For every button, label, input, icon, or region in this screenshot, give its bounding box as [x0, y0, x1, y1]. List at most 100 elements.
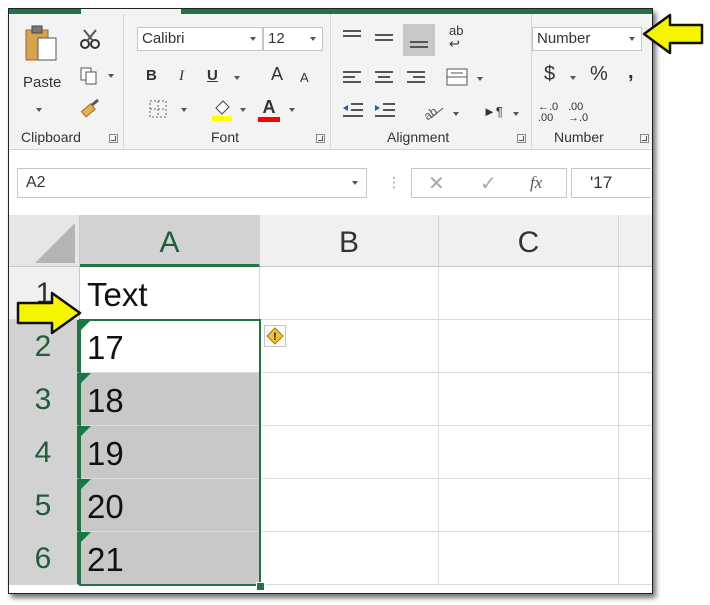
cut-icon[interactable] — [79, 28, 101, 50]
formula-input[interactable]: '17 — [571, 168, 651, 198]
align-center-icon[interactable] — [373, 69, 395, 87]
borders-dropdown-icon[interactable] — [181, 108, 187, 112]
cell-d4[interactable] — [619, 426, 652, 479]
borders-icon[interactable] — [149, 100, 167, 118]
font-size-dropdown-icon[interactable] — [310, 37, 316, 41]
middle-align-icon[interactable] — [373, 29, 395, 45]
fill-color-dropdown-icon[interactable] — [240, 108, 246, 112]
percent-button[interactable]: % — [590, 64, 608, 84]
text-direction-icon[interactable]: ►¶ — [483, 104, 503, 120]
cell-b6[interactable] — [260, 532, 439, 585]
name-box[interactable]: A2 — [17, 168, 367, 198]
column-header-d[interactable] — [619, 215, 652, 267]
cell-a2-value: 17 — [87, 329, 124, 366]
font-color-dropdown-icon[interactable] — [289, 108, 295, 112]
formula-content: '17 — [590, 173, 613, 192]
merge-center-icon[interactable] — [445, 67, 469, 87]
top-align-icon[interactable] — [341, 29, 363, 45]
number-launcher-icon[interactable] — [640, 134, 649, 143]
cell-c2[interactable] — [439, 320, 619, 373]
number-format-combo[interactable]: Number — [532, 27, 642, 51]
fill-handle[interactable] — [256, 582, 265, 591]
grow-font-button[interactable]: A — [271, 65, 283, 83]
enter-icon[interactable]: ✓ — [480, 171, 497, 196]
name-box-dropdown-icon[interactable] — [352, 181, 358, 185]
alignment-launcher-icon[interactable] — [517, 134, 526, 143]
cancel-icon[interactable]: ✕ — [428, 171, 445, 196]
wrap-text-icon[interactable]: ab ↩ — [449, 24, 469, 54]
italic-button[interactable]: I — [179, 68, 184, 84]
cell-c3[interactable] — [439, 373, 619, 426]
cell-c1[interactable] — [439, 267, 619, 320]
bottom-align-button[interactable] — [403, 24, 435, 56]
column-header-b[interactable]: B — [260, 215, 439, 267]
paste-icon — [25, 25, 57, 61]
decrease-indent-icon[interactable] — [341, 102, 365, 120]
cell-a5[interactable]: 20 — [80, 479, 260, 532]
cell-b2[interactable]: ! — [260, 320, 439, 373]
cell-b1[interactable] — [260, 267, 439, 320]
alignment-group: ab ↩ ab ►¶ Alignment — [331, 14, 532, 149]
cell-a4[interactable]: 19 — [80, 426, 260, 479]
number-format-dropdown-icon[interactable] — [629, 37, 635, 41]
clipboard-launcher-icon[interactable] — [109, 134, 118, 143]
font-color-icon[interactable]: A — [258, 98, 280, 122]
row-header-3[interactable]: 3 — [9, 373, 80, 426]
increase-indent-icon[interactable] — [373, 102, 397, 120]
font-name-combo[interactable]: Calibri — [137, 27, 263, 51]
paste-button[interactable]: Paste — [19, 24, 63, 124]
cell-a6[interactable]: 21 — [80, 532, 260, 585]
font-launcher-icon[interactable] — [316, 134, 325, 143]
increase-decimal-button[interactable]: ←.0 .00 — [538, 102, 562, 124]
cell-d1[interactable] — [619, 267, 652, 320]
name-box-value: A2 — [26, 174, 46, 191]
cell-b3[interactable] — [260, 373, 439, 426]
error-indicator-icon — [80, 479, 91, 490]
merge-dropdown-icon[interactable] — [477, 77, 483, 81]
formula-bar: A2 ⋮ ✕ ✓ fx '17 — [9, 150, 652, 210]
underline-button[interactable]: U — [207, 68, 218, 84]
cell-d5[interactable] — [619, 479, 652, 532]
cell-b5[interactable] — [260, 479, 439, 532]
cell-c5[interactable] — [439, 479, 619, 532]
align-left-icon[interactable] — [341, 69, 363, 87]
row-header-4[interactable]: 4 — [9, 426, 80, 479]
align-right-icon[interactable] — [405, 69, 427, 87]
column-header-a[interactable]: A — [80, 215, 260, 267]
callout-arrow-number-format-icon — [642, 13, 704, 55]
cell-c6[interactable] — [439, 532, 619, 585]
column-header-c[interactable]: C — [439, 215, 619, 267]
fill-color-icon[interactable] — [210, 98, 234, 122]
bold-button[interactable]: B — [146, 68, 157, 84]
font-size-combo[interactable]: 12 — [263, 27, 323, 51]
decrease-decimal-button[interactable]: .00 →.0 — [568, 102, 592, 124]
error-warning-button[interactable]: ! — [264, 325, 286, 347]
underline-dropdown-icon[interactable] — [234, 76, 240, 80]
insert-function-icon[interactable]: fx — [530, 173, 542, 193]
currency-dropdown-icon[interactable] — [570, 76, 576, 80]
select-all-button[interactable] — [9, 215, 80, 267]
font-name-dropdown-icon[interactable] — [250, 37, 256, 41]
number-group: Number $ % , ←.0 .00 .00 →.0 Number — [532, 14, 652, 149]
row-header-5[interactable]: 5 — [9, 479, 80, 532]
shrink-font-button[interactable]: A — [300, 70, 309, 86]
comma-button[interactable]: , — [628, 62, 634, 82]
cell-b4[interactable] — [260, 426, 439, 479]
cell-d6[interactable] — [619, 532, 652, 585]
orientation-dropdown-icon[interactable] — [453, 112, 459, 116]
cell-a3[interactable]: 18 — [80, 373, 260, 426]
cell-a6-value: 21 — [87, 541, 124, 578]
paste-dropdown-icon[interactable] — [36, 108, 42, 112]
cell-a1[interactable]: Text — [80, 267, 260, 320]
orientation-icon[interactable]: ab — [421, 102, 445, 122]
copy-dropdown-icon[interactable] — [108, 74, 114, 78]
copy-icon[interactable] — [79, 66, 101, 86]
cell-c4[interactable] — [439, 426, 619, 479]
row-header-6[interactable]: 6 — [9, 532, 80, 585]
text-direction-dropdown-icon[interactable] — [513, 112, 519, 116]
currency-button[interactable]: $ — [544, 64, 555, 84]
cell-d3[interactable] — [619, 373, 652, 426]
cell-d2[interactable] — [619, 320, 652, 373]
format-painter-icon[interactable] — [79, 98, 101, 120]
cell-a2[interactable]: 17 — [80, 320, 260, 373]
